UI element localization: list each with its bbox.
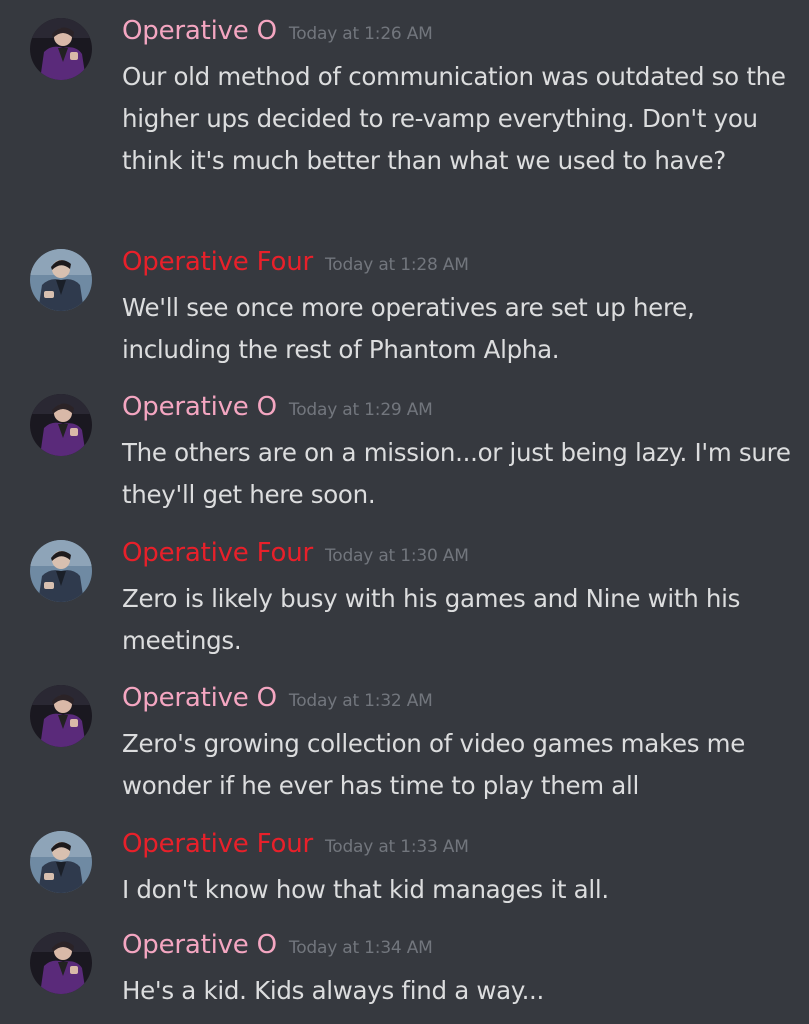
timestamp: Today at 1:32 AM	[288, 691, 433, 711]
user-avatar-icon	[30, 932, 92, 994]
timestamp: Today at 1:30 AM	[324, 546, 469, 566]
message-content: Our old method of communication was outd…	[122, 62, 786, 175]
chat-messages: Operative O Today at 1:26 AM Our old meth…	[0, 0, 809, 1024]
message-content: Zero's growing collection of video games…	[122, 729, 746, 800]
message-header: Operative O Today at 1:32 AM	[122, 681, 433, 718]
username[interactable]: Operative O	[122, 930, 277, 960]
user-avatar-icon	[30, 249, 92, 311]
message-header: Operative Four Today at 1:28 AM	[122, 245, 469, 282]
message-header: Operative Four Today at 1:33 AM	[122, 827, 469, 864]
username[interactable]: Operative O	[122, 683, 277, 713]
avatar[interactable]	[30, 685, 92, 747]
user-avatar-icon	[30, 540, 92, 602]
avatar[interactable]	[30, 249, 92, 311]
user-avatar-icon	[30, 18, 92, 80]
timestamp: Today at 1:33 AM	[324, 837, 469, 857]
message-content: I don't know how that kid manages it all…	[122, 875, 609, 904]
timestamp: Today at 1:34 AM	[288, 938, 433, 958]
message-content: The others are on a mission...or just be…	[122, 438, 791, 509]
user-avatar-icon	[30, 685, 92, 747]
message-content: We'll see once more operatives are set u…	[122, 293, 695, 364]
message-header: Operative O Today at 1:34 AM	[122, 928, 433, 965]
message-header: Operative O Today at 1:29 AM	[122, 390, 433, 427]
timestamp: Today at 1:29 AM	[288, 400, 433, 420]
avatar[interactable]	[30, 394, 92, 456]
timestamp: Today at 1:28 AM	[324, 255, 469, 275]
username[interactable]: Operative O	[122, 16, 277, 46]
user-avatar-icon	[30, 394, 92, 456]
avatar[interactable]	[30, 540, 92, 602]
message-header: Operative O Today at 1:26 AM	[122, 14, 433, 51]
message-header: Operative Four Today at 1:30 AM	[122, 536, 469, 573]
message-content: He's a kid. Kids always find a way...	[122, 976, 545, 1005]
avatar[interactable]	[30, 18, 92, 80]
avatar[interactable]	[30, 932, 92, 994]
user-avatar-icon	[30, 831, 92, 893]
username[interactable]: Operative Four	[122, 538, 313, 568]
timestamp: Today at 1:26 AM	[288, 24, 433, 44]
username[interactable]: Operative Four	[122, 829, 313, 859]
username[interactable]: Operative O	[122, 392, 277, 422]
avatar[interactable]	[30, 831, 92, 893]
username[interactable]: Operative Four	[122, 247, 313, 277]
message-content: Zero is likely busy with his games and N…	[122, 584, 741, 655]
